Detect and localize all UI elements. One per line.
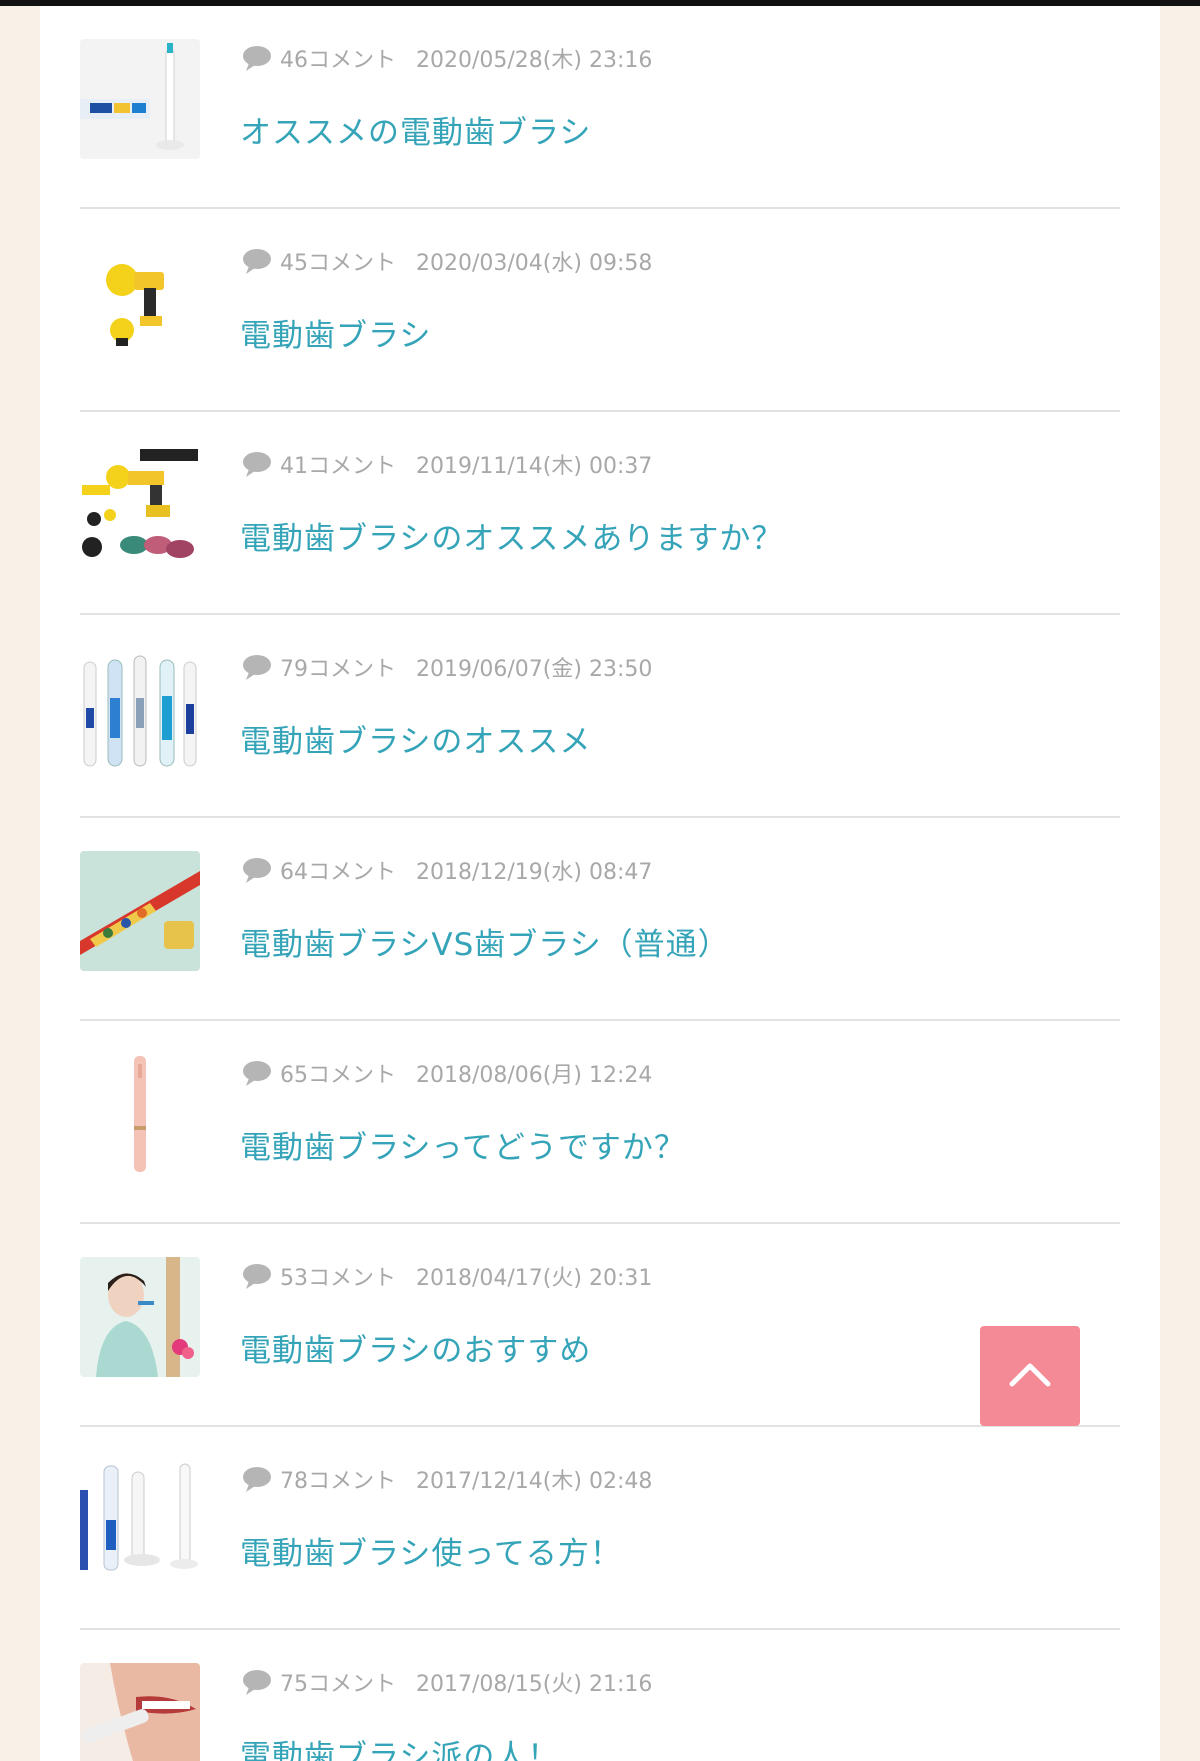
thread-title-link[interactable]: 電動歯ブラシ派の人！ <box>240 1731 559 1761</box>
list-item[interactable]: 53コメント 2018/04/17(火) 20:31 電動歯ブラシのおすすめ <box>80 1224 1120 1427</box>
comment-count: 78コメント <box>280 1469 396 1494</box>
post-date: 2020/03/04(水) 09:58 <box>416 251 653 276</box>
thread-meta: 78コメント 2017/12/14(木) 02:48 <box>240 1462 652 1496</box>
thread-list-panel: 46コメント 2020/05/28(木) 23:16 オススメの電動歯ブラシ 4… <box>40 6 1160 1761</box>
thumbnail-pink-toothbrush[interactable] <box>80 1054 200 1174</box>
list-item[interactable]: 79コメント 2019/06/07(金) 23:50 電動歯ブラシのオススメ <box>80 615 1120 818</box>
thread-meta: 75コメント 2017/08/15(火) 21:16 <box>240 1665 652 1699</box>
thread-meta: 64コメント 2018/12/19(水) 08:47 <box>240 853 652 887</box>
thumbnail-drill-brush-set[interactable] <box>80 445 200 565</box>
thread-title-link[interactable]: オススメの電動歯ブラシ <box>240 107 591 152</box>
post-date: 2019/11/14(木) 00:37 <box>416 454 653 479</box>
thread-meta: 41コメント 2019/11/14(木) 00:37 <box>240 447 652 481</box>
thread-title-link[interactable]: 電動歯ブラシのオススメありますか？ <box>240 513 783 558</box>
thread-title-link[interactable]: 電動歯ブラシってどうですか？ <box>240 1122 686 1167</box>
speech-bubble-icon <box>240 853 274 887</box>
speech-bubble-icon <box>240 447 274 481</box>
list-item[interactable]: 46コメント 2020/05/28(木) 23:16 オススメの電動歯ブラシ <box>80 6 1120 209</box>
comment-count: 75コメント <box>280 1672 396 1697</box>
thumbnail-woman-brushing[interactable] <box>80 1257 200 1377</box>
thread-meta: 45コメント 2020/03/04(水) 09:58 <box>240 244 652 278</box>
thread-meta: 53コメント 2018/04/17(火) 20:31 <box>240 1259 652 1293</box>
list-item[interactable]: 45コメント 2020/03/04(水) 09:58 電動歯ブラシ <box>80 209 1120 412</box>
list-item[interactable]: 75コメント 2017/08/15(火) 21:16 電動歯ブラシ派の人！ <box>80 1630 1120 1761</box>
thumbnail-brushing-teeth-closeup[interactable] <box>80 1663 200 1761</box>
list-item[interactable]: 78コメント 2017/12/14(木) 02:48 電動歯ブラシ使ってる方！ <box>80 1427 1120 1630</box>
thread-title-link[interactable]: 電動歯ブラシのオススメ <box>240 716 591 761</box>
comment-count: 64コメント <box>280 860 396 885</box>
thumbnail-red-toothbrush[interactable] <box>80 851 200 971</box>
list-item[interactable]: 41コメント 2019/11/14(木) 00:37 電動歯ブラシのオススメあり… <box>80 412 1120 615</box>
speech-bubble-icon <box>240 244 274 278</box>
comment-count: 41コメント <box>280 454 396 479</box>
thumbnail-toothbrush-stand[interactable] <box>80 1460 200 1580</box>
chevron-up-icon <box>1009 1363 1051 1387</box>
thread-list: 46コメント 2020/05/28(木) 23:16 オススメの電動歯ブラシ 4… <box>80 6 1120 1761</box>
comment-count: 46コメント <box>280 48 396 73</box>
speech-bubble-icon <box>240 1056 274 1090</box>
comment-count: 45コメント <box>280 251 396 276</box>
thumbnail-toothbrush-lineup[interactable] <box>80 648 200 768</box>
list-item[interactable]: 64コメント 2018/12/19(水) 08:47 電動歯ブラシVS歯ブラシ（… <box>80 818 1120 1021</box>
post-date: 2017/08/15(火) 21:16 <box>416 1672 653 1697</box>
thread-title-link[interactable]: 電動歯ブラシのおすすめ <box>240 1325 591 1370</box>
post-date: 2018/12/19(水) 08:47 <box>416 860 653 885</box>
thread-meta: 79コメント 2019/06/07(金) 23:50 <box>240 650 652 684</box>
post-date: 2018/04/17(火) 20:31 <box>416 1266 653 1291</box>
comment-count: 53コメント <box>280 1266 396 1291</box>
thumbnail-electric-toothbrush-box[interactable] <box>80 39 200 159</box>
post-date: 2018/08/06(月) 12:24 <box>416 1063 653 1088</box>
thread-title-link[interactable]: 電動歯ブラシ使ってる方！ <box>240 1528 622 1573</box>
post-date: 2019/06/07(金) 23:50 <box>416 657 653 682</box>
speech-bubble-icon <box>240 650 274 684</box>
scroll-to-top-button[interactable] <box>980 1326 1080 1426</box>
speech-bubble-icon <box>240 1665 274 1699</box>
post-date: 2017/12/14(木) 02:48 <box>416 1469 653 1494</box>
thread-meta: 46コメント 2020/05/28(木) 23:16 <box>240 41 652 75</box>
thread-title-link[interactable]: 電動歯ブラシ <box>240 310 431 355</box>
thumbnail-drill-brush[interactable] <box>80 242 200 362</box>
list-item[interactable]: 65コメント 2018/08/06(月) 12:24 電動歯ブラシってどうですか… <box>80 1021 1120 1224</box>
comment-count: 65コメント <box>280 1063 396 1088</box>
speech-bubble-icon <box>240 1259 274 1293</box>
post-date: 2020/05/28(木) 23:16 <box>416 48 653 73</box>
comment-count: 79コメント <box>280 657 396 682</box>
speech-bubble-icon <box>240 41 274 75</box>
thread-title-link[interactable]: 電動歯ブラシVS歯ブラシ（普通） <box>240 919 730 964</box>
speech-bubble-icon <box>240 1462 274 1496</box>
thread-meta: 65コメント 2018/08/06(月) 12:24 <box>240 1056 652 1090</box>
